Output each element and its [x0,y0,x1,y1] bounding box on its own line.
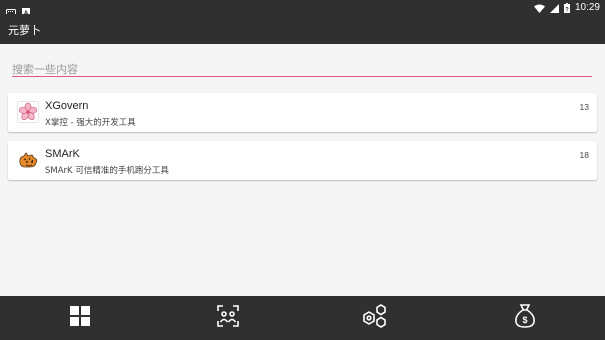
app-card-smark[interactable]: SMArK SMArK 可信精准的手机跑分工具 18 [8,141,597,180]
svg-text:?: ? [565,7,569,13]
app-count: 13 [579,102,589,112]
app-description: SMArK 可信精准的手机跑分工具 [45,166,169,176]
nav-services-button[interactable] [346,296,406,340]
app-name: SMArK [45,148,80,160]
app-card-xgovern[interactable]: XGovern X掌控 - 强大的开发工具 13 [8,93,597,132]
nav-people-button[interactable] [198,296,258,340]
bottom-nav: $ [0,296,605,340]
nav-wallet-button[interactable]: $ [495,296,555,340]
svg-text:$: $ [522,315,527,325]
people-scan-icon [217,305,239,331]
search-input[interactable] [12,60,592,79]
app-count: 18 [579,150,589,160]
nav-apps-button[interactable] [50,296,110,340]
app-description: X掌控 - 强大的开发工具 [45,118,136,128]
status-bar: A ? 10:29 [0,0,605,18]
money-bag-icon: $ [514,304,536,332]
tiger-mascot-icon [16,148,40,172]
page-title: 元萝卜 [8,24,41,37]
status-time: 10:29 [574,1,600,13]
grid-apps-icon [70,306,90,330]
search-field[interactable] [12,58,592,79]
app-bar: 元萝卜 [0,14,605,44]
app-name: XGovern [45,100,89,112]
hexagon-nodes-icon [363,304,389,332]
sakura-flower-icon [16,100,40,124]
